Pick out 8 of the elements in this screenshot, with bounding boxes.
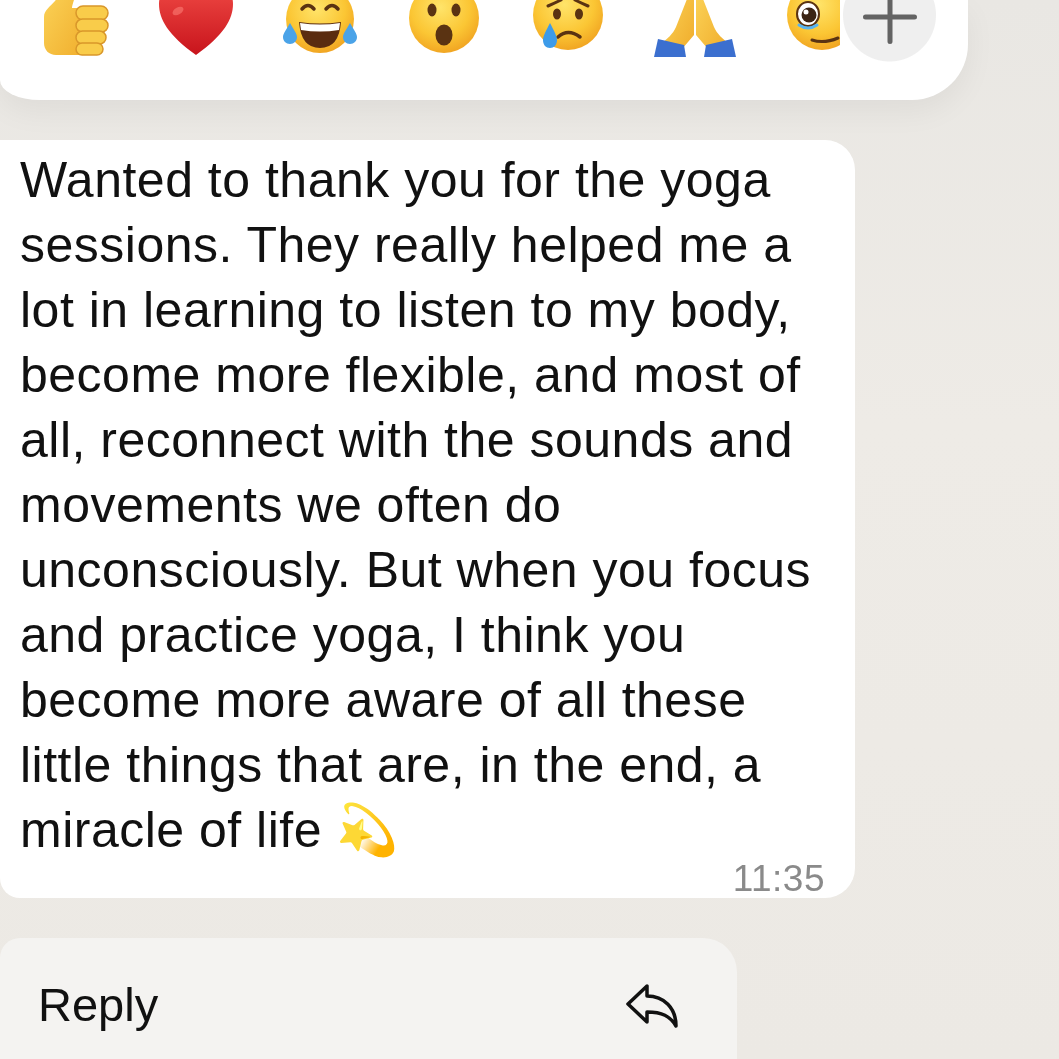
heart-icon[interactable] [156,0,236,57]
message-text: Wanted to thank you for the yoga sessions. They really helped me a lot in learning to listen to my body, become more flexible, and most of all, reconnect with the sounds and movements we often do unconsciously. But when you focus and practice yoga, I think you become more aware of all these little things that are, in the end, a miracle of life 💫 [20,152,811,858]
praying-hands-icon[interactable] [652,0,738,57]
add-reaction-button[interactable] [843,0,936,63]
reply-icon [624,982,680,1030]
message-time: 11:35 [731,864,825,894]
plus-icon [862,0,917,44]
reply-menu-item[interactable]: Reply [0,938,737,1059]
